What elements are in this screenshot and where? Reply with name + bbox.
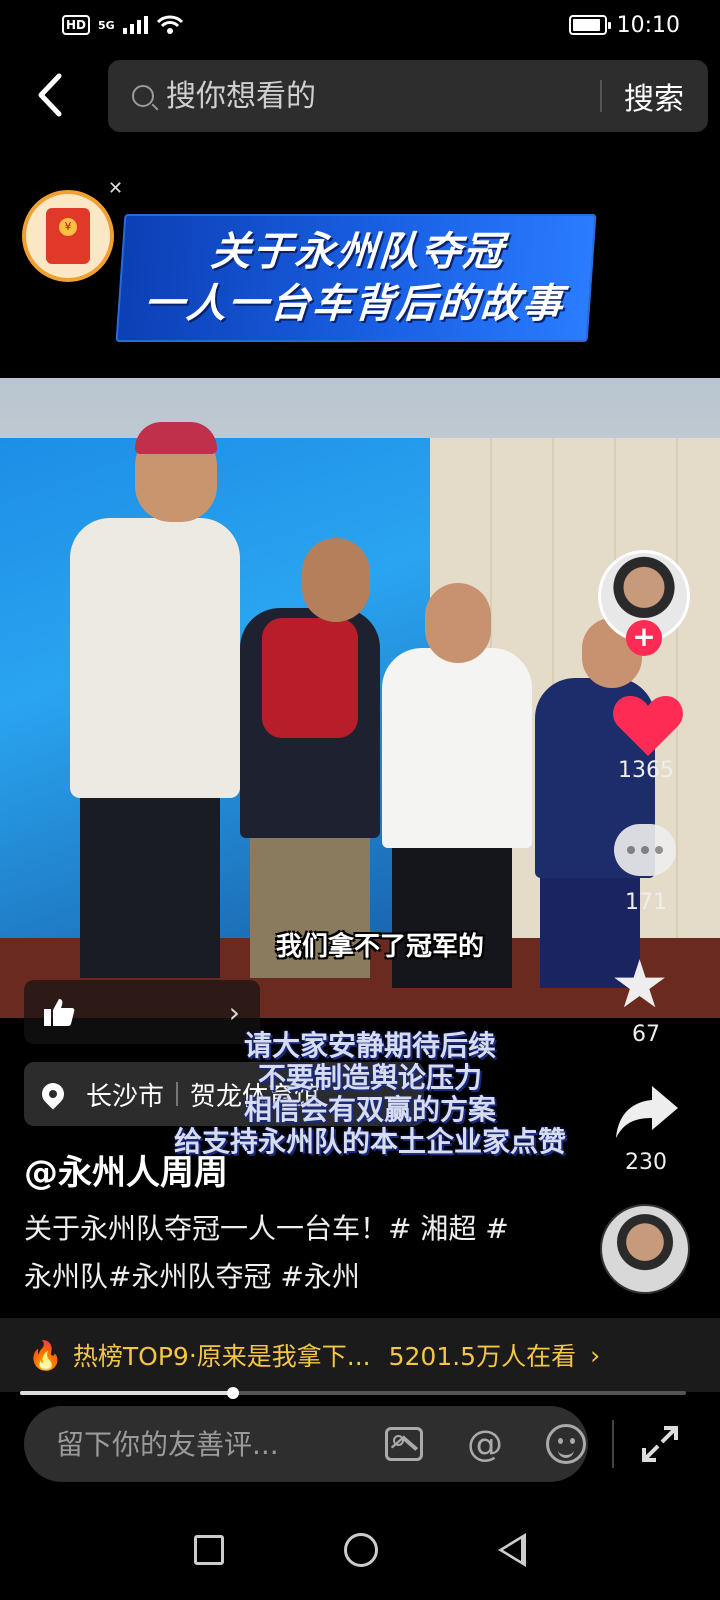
network-indicator: 5G — [98, 18, 115, 32]
hot-title: 原来是我拿下... — [196, 1342, 371, 1371]
thumbs-up-icon — [44, 999, 75, 1026]
search-divider — [600, 80, 602, 112]
person-1-body — [70, 518, 240, 798]
hot-viewers: 5201.5万人在看 — [388, 1342, 577, 1371]
status-left: HD 5G — [62, 15, 183, 35]
search-row: 搜索 — [0, 58, 720, 132]
home-button[interactable] — [344, 1533, 378, 1567]
like-count: 1365 — [618, 758, 674, 783]
system-nav-bar — [0, 1500, 720, 1600]
person-3-legs — [392, 838, 512, 988]
status-right: 10:10 — [568, 12, 680, 38]
banner-line-1: 关于永州队夺冠 — [209, 229, 507, 275]
video-title-banner: 关于永州队夺冠 一人一台车背后的故事 — [115, 214, 597, 342]
share-count: 230 — [625, 1150, 667, 1175]
red-envelope-widget[interactable] — [22, 190, 114, 282]
person-3-head — [425, 583, 491, 663]
system-back-button[interactable] — [498, 1533, 526, 1567]
mention-button[interactable]: @ — [463, 1421, 508, 1467]
person-2-head — [302, 538, 370, 622]
hd-indicator: HD — [62, 15, 91, 35]
star-icon[interactable]: ★ — [610, 952, 669, 1018]
recent-apps-button[interactable] — [194, 1535, 224, 1565]
battery-fill — [572, 19, 600, 31]
share-icon[interactable] — [612, 1082, 682, 1142]
search-input[interactable] — [166, 78, 578, 114]
red-envelope-icon — [46, 208, 90, 264]
image-icon — [385, 1427, 424, 1461]
author-name[interactable]: @永州人周周 — [24, 1145, 228, 1194]
person-3-body — [382, 648, 532, 848]
follow-button[interactable]: + — [626, 620, 662, 656]
hot-list-bar[interactable]: 🔥 热榜TOP9 · 原来是我拿下... 5201.5万人在看 › — [0, 1318, 720, 1392]
hot-rank: 热榜TOP9 — [72, 1342, 189, 1371]
search-icon — [132, 85, 154, 107]
progress-fill — [20, 1391, 234, 1395]
hot-dot: · — [188, 1340, 197, 1370]
signal-icon — [122, 16, 148, 34]
back-button[interactable] — [0, 58, 100, 132]
banner-line-2: 一人一台车背后的故事 — [142, 281, 566, 327]
comment-input-bar[interactable]: @ — [24, 1406, 588, 1482]
battery-icon — [568, 15, 611, 35]
input-separator — [612, 1420, 614, 1468]
status-bar: HD 5G 10:10 — [0, 0, 720, 50]
comment-input[interactable] — [56, 1427, 346, 1461]
overlay-subtitle-line: 不要制造舆论压力 — [257, 1061, 482, 1094]
chevron-right-icon: › — [590, 1340, 601, 1370]
at-icon: @ — [467, 1423, 503, 1465]
wifi-icon — [156, 15, 183, 34]
overlay-subtitles: 请大家安静期待后续 不要制造舆论压力 相信会有双赢的方案 给支持永州队的本土企业… — [130, 1030, 610, 1158]
back-arrow-icon — [38, 73, 62, 117]
video-progress-bar[interactable] — [20, 1387, 686, 1399]
emoji-button[interactable] — [543, 1421, 588, 1467]
emoji-icon — [545, 1424, 586, 1464]
location-pin-icon — [37, 1078, 69, 1110]
heart-icon[interactable] — [610, 690, 686, 760]
close-icon[interactable]: ✕ — [108, 178, 123, 199]
fire-icon: 🔥 — [28, 1338, 63, 1372]
music-disc-avatar[interactable] — [600, 1204, 690, 1294]
search-box[interactable]: 搜索 — [108, 60, 708, 132]
comment-count: 171 — [625, 890, 667, 915]
favorite-count: 67 — [632, 1022, 660, 1047]
chevron-right-icon: › — [228, 995, 240, 1029]
post-description[interactable]: 关于永州队夺冠一人一台车！# 湘超 #永州队#永州队夺冠 #永州 — [24, 1205, 524, 1301]
comment-icon[interactable] — [614, 824, 676, 876]
expand-icon[interactable] — [640, 1424, 680, 1464]
person-2-jacket — [262, 618, 358, 738]
search-button[interactable]: 搜索 — [624, 74, 684, 118]
progress-handle[interactable] — [227, 1387, 240, 1399]
overlay-subtitle-line: 请大家安静期待后续 — [243, 1029, 496, 1062]
overlay-subtitle-line: 相信会有双赢的方案 — [243, 1093, 496, 1126]
clock: 10:10 — [616, 12, 680, 38]
person-1-hair — [135, 422, 217, 454]
image-button[interactable] — [382, 1421, 427, 1467]
